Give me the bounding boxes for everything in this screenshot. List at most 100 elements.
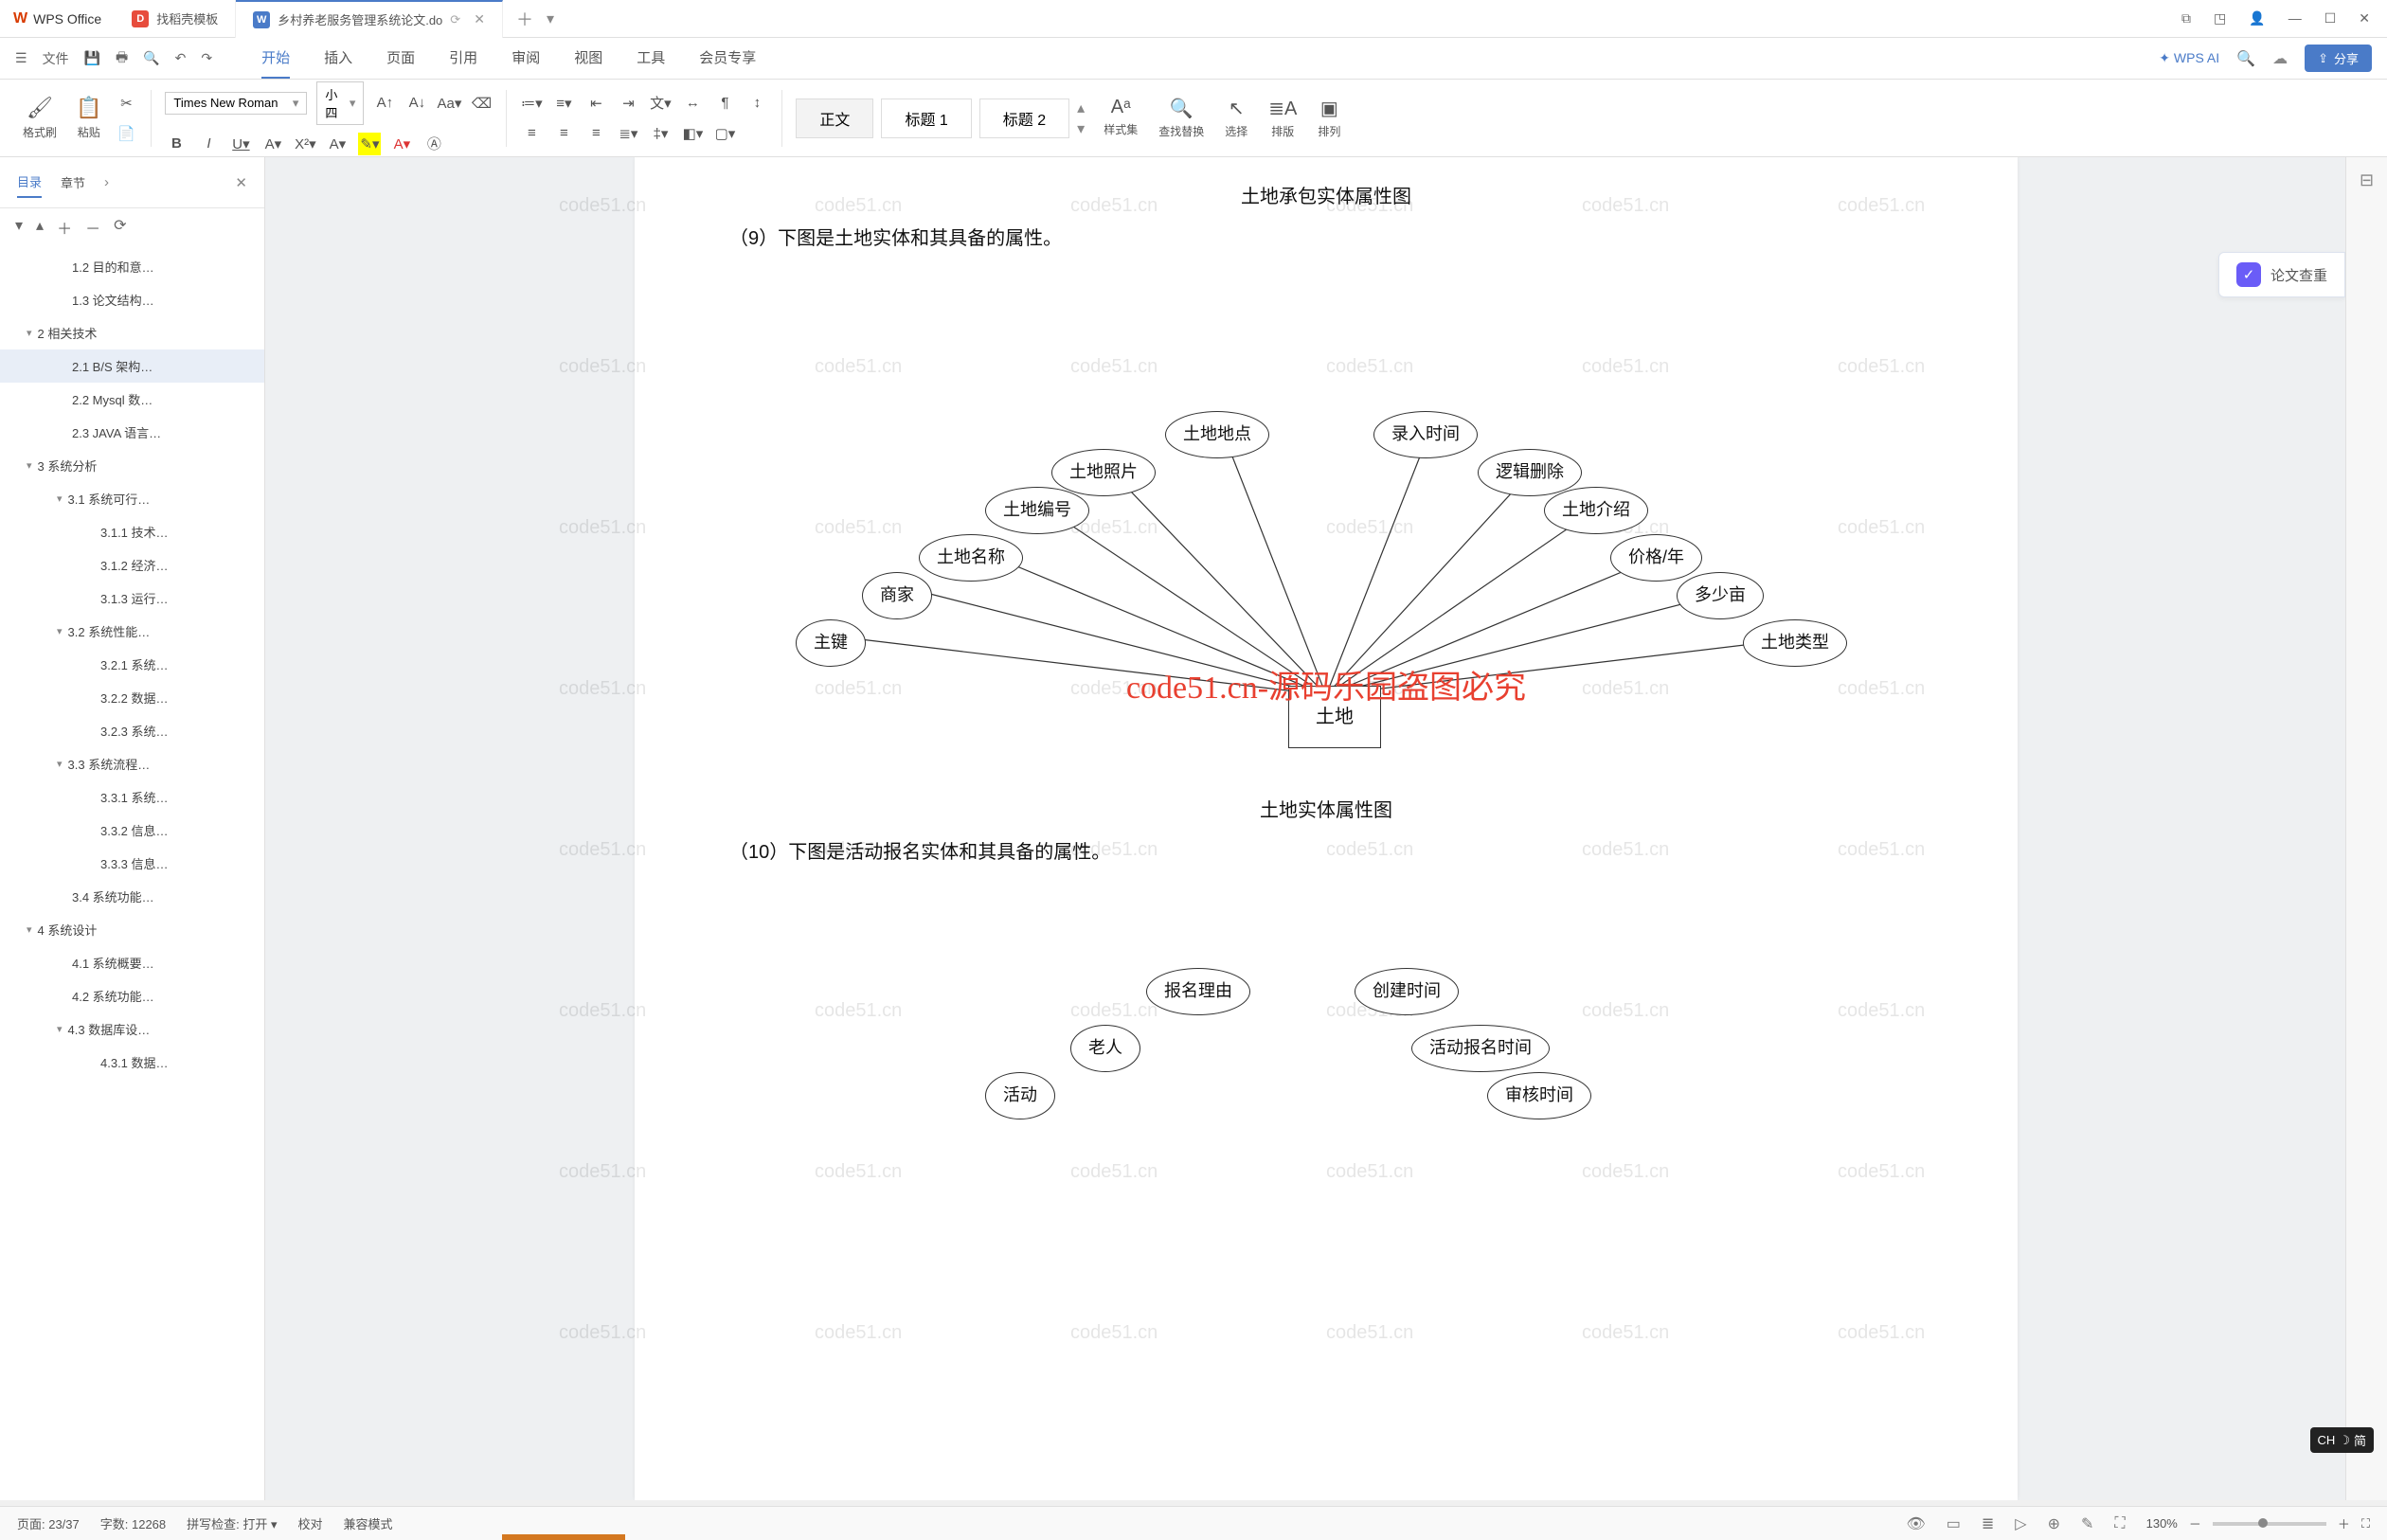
outline-close-icon[interactable]: ✕ bbox=[235, 174, 247, 191]
outdent-icon[interactable]: ⇤ bbox=[584, 92, 607, 115]
outline-item[interactable]: 3.3.3 信息… bbox=[0, 847, 264, 880]
borders-icon[interactable]: ▢▾ bbox=[713, 122, 736, 145]
sort-icon[interactable]: ↕ bbox=[745, 92, 768, 115]
style-scroll-up-icon[interactable]: ▴ bbox=[1077, 98, 1085, 117]
paste-group[interactable]: 📋 粘贴 bbox=[70, 96, 107, 140]
outline-item[interactable]: 3.3.1 系统… bbox=[0, 780, 264, 814]
compat-mode[interactable]: 兼容模式 bbox=[344, 1514, 393, 1532]
outline-up-icon[interactable]: ▴ bbox=[36, 216, 44, 239]
outline-item[interactable]: 1.2 目的和意… bbox=[0, 250, 264, 283]
text-direction-icon[interactable]: 文▾ bbox=[649, 92, 672, 115]
italic-icon[interactable]: I bbox=[197, 133, 220, 155]
outline-item[interactable]: 4.2 系统功能… bbox=[0, 979, 264, 1012]
zoom-level[interactable]: 130% bbox=[2146, 1516, 2178, 1531]
tab-close-icon[interactable]: ✕ bbox=[474, 11, 485, 27]
outline-item[interactable]: ▾3.2 系统性能… bbox=[0, 615, 264, 648]
eye-icon[interactable]: 👁 bbox=[1906, 1514, 1925, 1533]
user-avatar-icon[interactable]: 👤 bbox=[2249, 10, 2265, 27]
share-button[interactable]: ⇪分享 bbox=[2305, 45, 2372, 72]
web-layout-icon[interactable]: ⊕ bbox=[2048, 1514, 2060, 1533]
outline-tab-toc[interactable]: 目录 bbox=[17, 167, 42, 198]
outline-item[interactable]: 3.4 系统功能… bbox=[0, 880, 264, 913]
style-h1[interactable]: 标题 1 bbox=[881, 98, 971, 138]
preview-icon[interactable]: 🔍 bbox=[143, 50, 159, 66]
outline-item[interactable]: ▾3.1 系统可行… bbox=[0, 482, 264, 515]
line-spacing-icon[interactable]: ‡▾ bbox=[649, 122, 672, 145]
superscript-icon[interactable]: X²▾ bbox=[294, 133, 316, 155]
outline-item[interactable]: 3.1.3 运行… bbox=[0, 582, 264, 615]
close-window-icon[interactable]: ✕ bbox=[2359, 10, 2370, 27]
redo-icon[interactable]: ↷ bbox=[201, 50, 212, 66]
align-left-icon[interactable]: ≡ bbox=[520, 122, 543, 145]
caret-icon[interactable]: ▾ bbox=[57, 758, 63, 770]
font-name-select[interactable]: Times New Roman▾ bbox=[165, 92, 307, 115]
page-count[interactable]: 页面: 23/37 bbox=[17, 1514, 80, 1532]
align-right-icon[interactable]: ≡ bbox=[584, 122, 607, 145]
search-icon[interactable]: 🔍 bbox=[2236, 49, 2255, 68]
window-cube-icon[interactable]: ◳ bbox=[2214, 10, 2226, 27]
outline-item[interactable]: 2.2 Mysql 数… bbox=[0, 383, 264, 416]
print-icon[interactable]: 🖶 bbox=[116, 47, 128, 70]
font-color-icon[interactable]: A▾ bbox=[390, 133, 413, 155]
plagiarism-check-button[interactable]: ✓ 论文查重 bbox=[2218, 252, 2345, 297]
proof-status[interactable]: 校对 bbox=[298, 1514, 323, 1532]
ribbon-tab-start[interactable]: 开始 bbox=[261, 38, 290, 79]
maximize-icon[interactable]: ☐ bbox=[2324, 10, 2337, 27]
ime-indicator[interactable]: CH ☽ 简 bbox=[2310, 1427, 2374, 1453]
caret-icon[interactable]: ▾ bbox=[57, 492, 63, 505]
caret-icon[interactable]: ▾ bbox=[57, 625, 63, 637]
clear-format-icon[interactable]: ⌫ bbox=[470, 92, 493, 115]
fit-width-icon[interactable]: ⛶ bbox=[2114, 1515, 2125, 1532]
caret-icon[interactable]: ▾ bbox=[27, 923, 32, 936]
outline-item[interactable]: 4.1 系统概要… bbox=[0, 946, 264, 979]
caret-icon[interactable]: ▾ bbox=[27, 459, 32, 472]
align-center-icon[interactable]: ≡ bbox=[552, 122, 575, 145]
outline-item[interactable]: 3.1.1 技术… bbox=[0, 515, 264, 548]
tab-pin-icon[interactable]: ⟳ bbox=[450, 12, 460, 27]
order-button[interactable]: ▣排列 bbox=[1318, 97, 1340, 139]
cloud-icon[interactable]: ☁ bbox=[2272, 49, 2288, 68]
bold-icon[interactable]: B bbox=[165, 133, 188, 155]
minimize-icon[interactable]: — bbox=[2288, 10, 2302, 27]
ribbon-tab-vip[interactable]: 会员专享 bbox=[699, 38, 756, 79]
rtl-icon[interactable]: ¶ bbox=[713, 92, 736, 115]
outline-item[interactable]: 4.3.1 数据… bbox=[0, 1046, 264, 1079]
caret-icon[interactable]: ▾ bbox=[57, 1023, 63, 1035]
findrep-button[interactable]: 🔍查找替换 bbox=[1158, 97, 1204, 139]
outline-item[interactable]: ▾3.3 系统流程… bbox=[0, 747, 264, 780]
outline-item[interactable]: 3.3.2 信息… bbox=[0, 814, 264, 847]
tab-templates[interactable]: D 找稻壳模板 bbox=[115, 0, 236, 38]
style-h2[interactable]: 标题 2 bbox=[979, 98, 1069, 138]
select-button[interactable]: ↖选择 bbox=[1225, 97, 1247, 139]
ribbon-tab-view[interactable]: 视图 bbox=[574, 38, 602, 79]
justify-icon[interactable]: ≣▾ bbox=[617, 122, 639, 145]
window-expand-icon[interactable]: ⧉ bbox=[2181, 10, 2191, 27]
outline-next-icon[interactable]: › bbox=[104, 174, 109, 190]
ribbon-tab-review[interactable]: 审阅 bbox=[512, 38, 540, 79]
zoom-slider[interactable] bbox=[2213, 1522, 2326, 1526]
rail-collapse-icon[interactable]: ⊟ bbox=[2360, 170, 2374, 190]
ltr-icon[interactable]: ↔ bbox=[681, 92, 704, 115]
outline-item[interactable]: 3.2.3 系统… bbox=[0, 714, 264, 747]
format-painter-group[interactable]: 🖌 格式刷 bbox=[17, 96, 63, 140]
outline-remove-icon[interactable]: － bbox=[85, 216, 100, 239]
outline-item[interactable]: ▾4.3 数据库设… bbox=[0, 1012, 264, 1046]
outline-tab-chapters[interactable]: 章节 bbox=[61, 168, 85, 197]
save-icon[interactable]: 💾 bbox=[84, 50, 100, 66]
highlight-icon[interactable]: ✎▾ bbox=[358, 133, 381, 155]
ribbon-tab-insert[interactable]: 插入 bbox=[324, 38, 352, 79]
ribbon-tab-ref[interactable]: 引用 bbox=[449, 38, 477, 79]
outline-item[interactable]: 3.2.2 数据… bbox=[0, 681, 264, 714]
outline-item[interactable]: 2.1 B/S 架构… bbox=[0, 349, 264, 383]
bullets-icon[interactable]: ≔▾ bbox=[520, 92, 543, 115]
zoom-out-icon[interactable]: － bbox=[2189, 1514, 2201, 1532]
increase-font-icon[interactable]: A↑ bbox=[373, 92, 396, 115]
outline-item[interactable]: ▾4 系统设计 bbox=[0, 913, 264, 946]
page-layout-icon[interactable]: ▭ bbox=[1947, 1514, 1961, 1533]
outline-item[interactable]: 2.3 JAVA 语言… bbox=[0, 416, 264, 449]
word-count[interactable]: 字数: 12268 bbox=[100, 1514, 166, 1532]
styles-button[interactable]: Aᵃ样式集 bbox=[1104, 97, 1138, 139]
outline-item[interactable]: 3.2.1 系统… bbox=[0, 648, 264, 681]
numbering-icon[interactable]: ≡▾ bbox=[552, 92, 575, 115]
outline-item[interactable]: 3.1.2 经济… bbox=[0, 548, 264, 582]
